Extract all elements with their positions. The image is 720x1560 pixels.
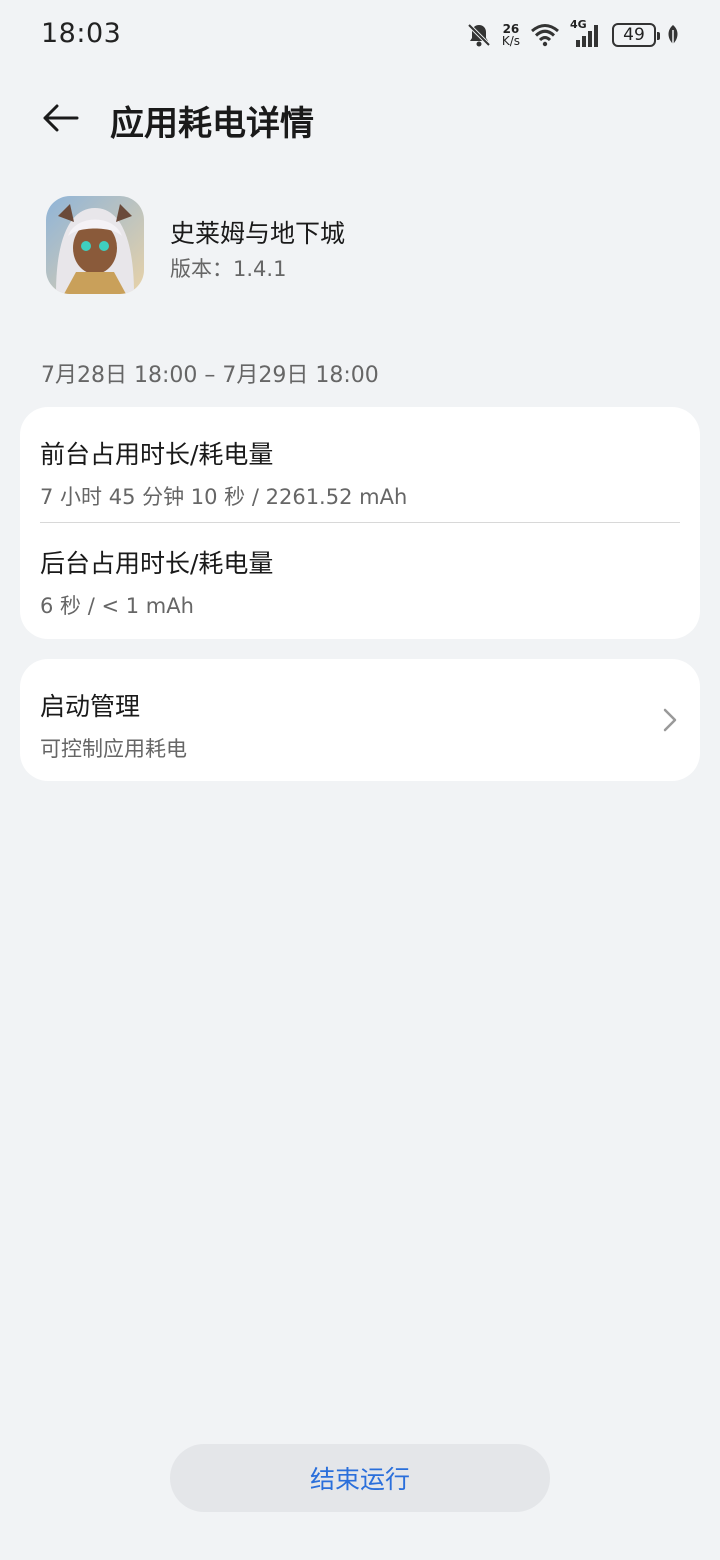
launch-management-item[interactable]: 启动管理 可控制应用耗电: [20, 659, 700, 781]
signal-icon: 4G: [570, 18, 602, 48]
header: 应用耗电详情: [0, 80, 720, 156]
launch-management-title: 启动管理: [40, 692, 141, 721]
background-usage-row: 后台占用时长/耗电量 6 秒 / < 1 mAh: [40, 544, 680, 620]
net-speed-unit: K/s: [501, 34, 520, 48]
network-type-label: 4G: [570, 18, 587, 31]
wifi-icon: [530, 23, 560, 47]
app-version: 版本：1.4.1: [170, 257, 287, 281]
app-icon: [46, 196, 144, 294]
app-name: 史莱姆与地下城: [170, 219, 346, 248]
end-run-button[interactable]: 结束运行: [170, 1444, 550, 1512]
back-button[interactable]: [36, 96, 84, 140]
net-speed: 26 K/s: [502, 23, 520, 47]
foreground-usage-value: 7 小时 45 分钟 10 秒 / 2261.52 mAh: [40, 485, 408, 509]
status-icons: 26 K/s 4G 49: [466, 18, 680, 50]
background-usage-title: 后台占用时长/耗电量: [40, 549, 274, 578]
foreground-usage-title: 前台占用时长/耗电量: [40, 440, 274, 469]
divider: [40, 522, 680, 523]
chevron-right-icon: [663, 708, 677, 732]
launch-management-subtitle: 可控制应用耗电: [40, 737, 187, 761]
leaf-icon: [666, 24, 680, 46]
battery-level: 49: [623, 25, 645, 45]
usage-card: 前台占用时长/耗电量 7 小时 45 分钟 10 秒 / 2261.52 mAh…: [20, 407, 700, 639]
bell-mute-icon: [466, 22, 492, 48]
background-usage-value: 6 秒 / < 1 mAh: [40, 594, 194, 618]
status-bar: 18:03 26 K/s 4G 49: [0, 0, 720, 70]
battery-icon: 49: [612, 23, 660, 47]
foreground-usage-row: 前台占用时长/耗电量 7 小时 45 分钟 10 秒 / 2261.52 mAh: [40, 435, 680, 511]
page-title: 应用耗电详情: [110, 104, 314, 144]
power-detail-page: 18:03 26 K/s 4G 49 应用耗电详情 史莱姆与地下城 版本：1.4…: [0, 0, 720, 1560]
status-time: 18:03: [41, 18, 122, 49]
back-arrow-icon: [43, 104, 79, 132]
date-range: 7月28日 18:00 – 7月29日 18:00: [41, 363, 379, 388]
launch-management-text: 启动管理 可控制应用耗电: [40, 687, 680, 763]
